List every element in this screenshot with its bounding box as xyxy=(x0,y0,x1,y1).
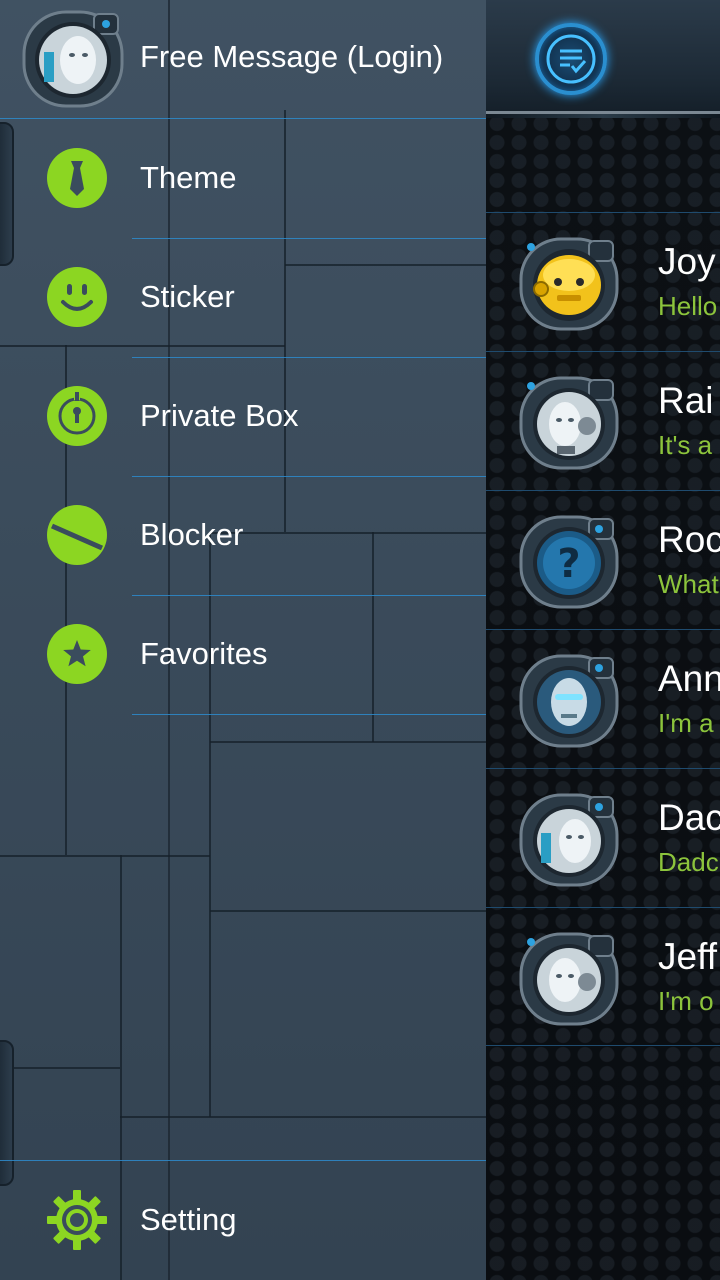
keyhole-icon xyxy=(46,385,108,447)
menu-label: Setting xyxy=(140,1202,237,1237)
login-label: Free Message (Login) xyxy=(140,39,444,74)
conversation-row[interactable]: Jeff I'm o xyxy=(486,907,720,1046)
unknown-contact-avatar-icon: ? xyxy=(519,515,619,609)
svg-text:?: ? xyxy=(557,541,580,587)
star-icon xyxy=(46,623,108,685)
robot-avatar-icon xyxy=(22,10,124,108)
menu-item-sticker[interactable]: Sticker xyxy=(0,237,486,355)
navigation-drawer: Free Message (Login) Theme Sticker Priva… xyxy=(0,0,486,1280)
panel-seam xyxy=(210,741,486,743)
conversation-row[interactable]: ? Roc What xyxy=(486,490,720,629)
contact-name: Jeff xyxy=(658,936,717,977)
contact-name: Roc xyxy=(658,519,720,560)
menu-item-theme[interactable]: Theme xyxy=(0,118,486,236)
menu-label: Favorites xyxy=(140,636,268,671)
yellow-robot-avatar-icon xyxy=(519,237,619,331)
gear-icon xyxy=(46,1189,108,1251)
message-snippet: Dadc xyxy=(658,847,719,877)
robot-avatar-icon xyxy=(519,932,619,1026)
conversation-list-pane: Joy Hello Rai It's a ? Roc What Ann I'm … xyxy=(486,0,720,1280)
panel-seam xyxy=(0,1067,120,1069)
message-snippet: Hello xyxy=(658,291,718,321)
message-snippet: I'm o xyxy=(658,986,714,1016)
glowing-robot-avatar-icon xyxy=(519,654,619,748)
menu-label: Theme xyxy=(140,160,237,195)
conversation-row[interactable]: Dac Dadc xyxy=(486,768,720,907)
menu-item-setting[interactable]: Setting xyxy=(0,1160,486,1278)
menu-item-private-box[interactable]: Private Box xyxy=(0,356,486,474)
conversation-row[interactable]: Rai It's a xyxy=(486,351,720,490)
conversation-row[interactable]: Ann I'm a xyxy=(486,629,720,768)
contact-name: Dac xyxy=(658,797,720,838)
conversation-row[interactable]: Joy Hello xyxy=(486,212,720,351)
menu-item-favorites[interactable]: Favorites xyxy=(0,594,486,712)
menu-label: Blocker xyxy=(140,517,244,552)
divider xyxy=(132,714,486,715)
menu-label: Sticker xyxy=(140,279,235,314)
menu-item-blocker[interactable]: Blocker xyxy=(0,475,486,593)
compose-message-icon xyxy=(546,34,596,84)
tie-icon xyxy=(46,147,108,209)
menu-label: Private Box xyxy=(140,398,299,433)
compose-button[interactable] xyxy=(535,23,607,95)
robot-avatar-icon xyxy=(519,793,619,887)
panel-seam xyxy=(120,1116,486,1118)
message-snippet: What xyxy=(658,569,719,599)
blocked-icon xyxy=(46,504,108,566)
profile-login-item[interactable]: Free Message (Login) xyxy=(0,0,486,118)
contact-name: Joy xyxy=(658,241,716,282)
smiley-icon xyxy=(46,266,108,328)
app-header xyxy=(486,0,720,118)
panel-seam xyxy=(210,910,486,912)
message-snippet: It's a xyxy=(658,430,713,460)
message-snippet: I'm a xyxy=(658,708,714,738)
contact-name: Rai xyxy=(658,380,714,421)
panel-seam xyxy=(0,855,210,857)
contact-name: Ann xyxy=(658,658,720,699)
robot-avatar-icon xyxy=(519,376,619,470)
